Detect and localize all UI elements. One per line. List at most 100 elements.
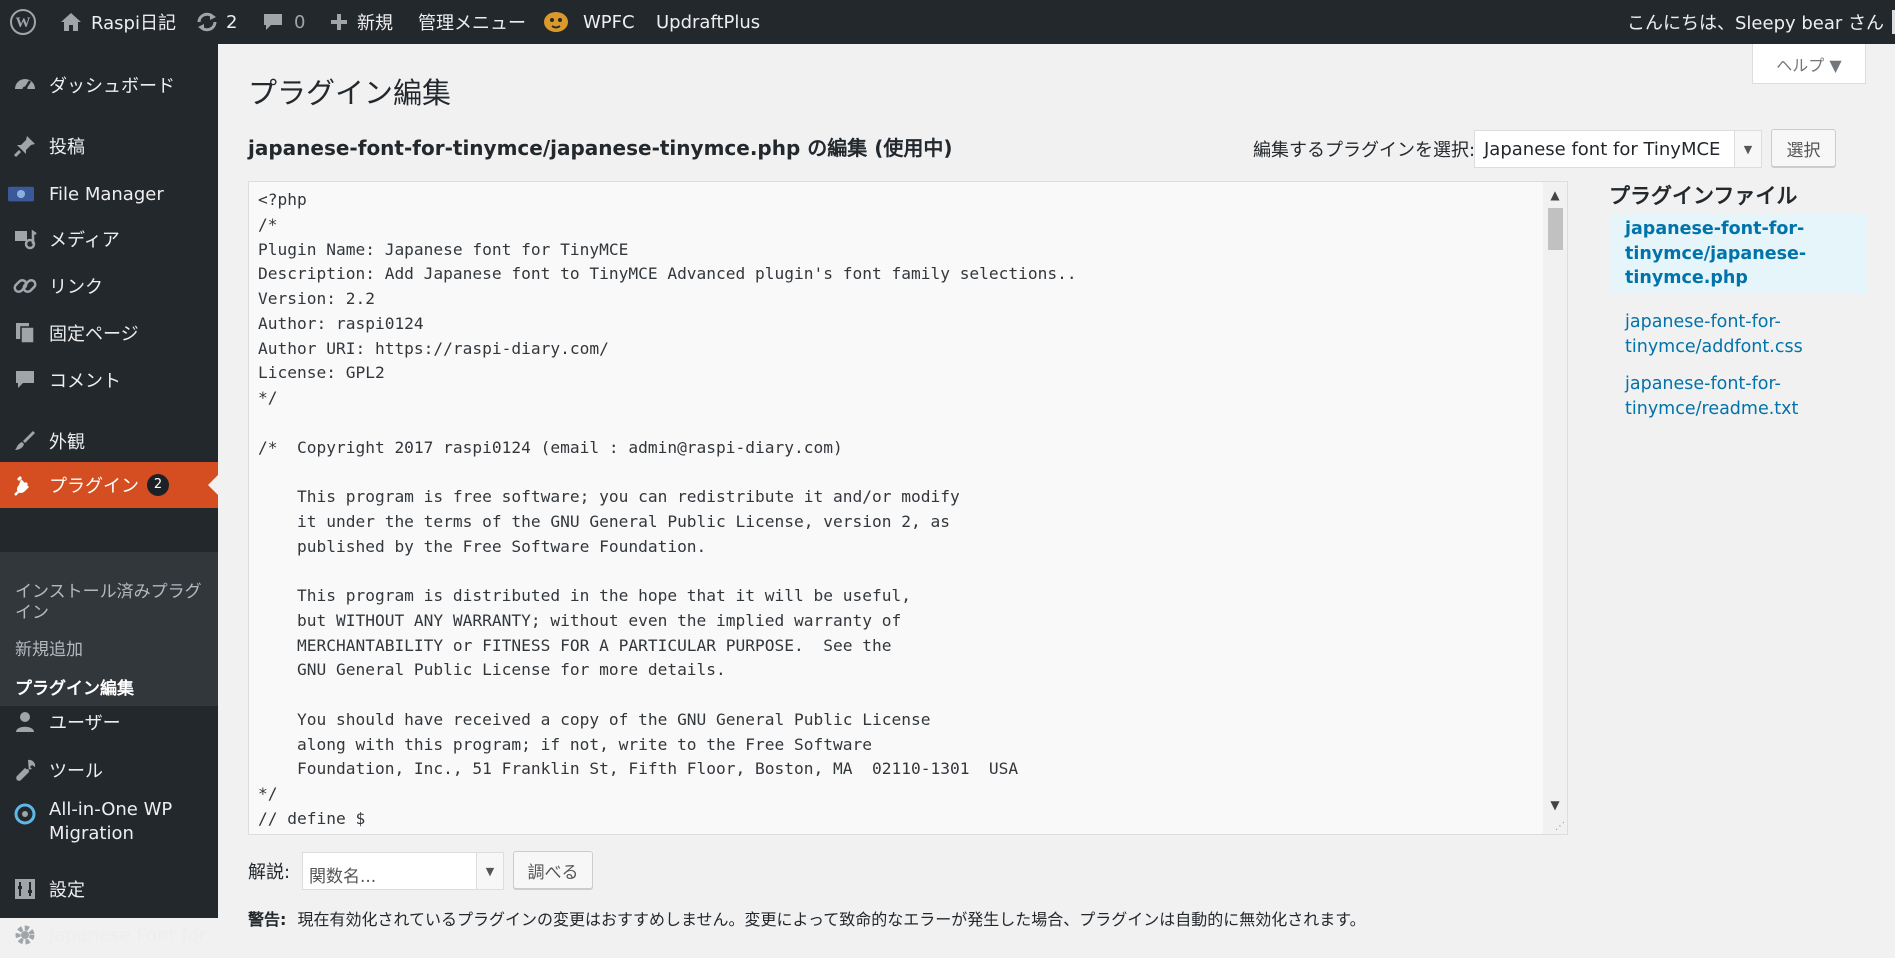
pages-icon [12,320,38,346]
menu-tools[interactable]: ツール [0,747,218,793]
scrollbar-thumb[interactable] [1548,208,1563,250]
plugin-files-heading: プラグインファイル [1609,184,1798,208]
editor-scrollbar[interactable]: ▲ ▼ [1543,182,1567,834]
menu-comments[interactable]: コメント [0,357,218,403]
tools-icon [12,757,38,783]
plus-icon [330,13,348,31]
plugin-update-badge: 2 [147,474,169,496]
migration-icon [12,801,38,827]
menu-label: All-in-One WP Migration [49,799,173,844]
function-name-select[interactable]: 関数名... ▼ [302,852,504,890]
comments-link[interactable]: 0 [262,0,305,44]
menu-label: 投稿 [49,137,85,158]
updates-link[interactable]: 2 [196,0,237,44]
menu-links[interactable]: リンク [0,263,218,309]
code-content[interactable]: <?php /* Plugin Name: Japanese font for … [258,188,1077,832]
comment-bubble-icon [262,12,284,32]
site-name-link[interactable]: Raspi日記 [60,0,176,44]
file-manager-icon [8,181,34,207]
chevron-down-icon: ▼ [1734,131,1761,167]
gear-icon [12,922,38,948]
code-editor[interactable]: <?php /* Plugin Name: Japanese font for … [248,181,1568,835]
menu-label: プラグイン [49,476,139,497]
documentation-label: 解説: [248,862,291,883]
plugin-file-link[interactable]: japanese-font-for-tinymce/readme.txt [1609,368,1867,425]
help-tab-button[interactable]: ヘルプ ▼ [1752,44,1866,84]
select-plugin-button[interactable]: 選択 [1771,129,1836,167]
settings-icon [12,876,38,902]
site-name: Raspi日記 [91,13,176,34]
scroll-up-icon[interactable]: ▲ [1543,184,1567,206]
page-title: プラグイン編集 [248,76,452,110]
plugin-select[interactable]: Japanese font for TinyMCE ▼ [1474,130,1762,168]
menu-japanese-font[interactable]: Japanese Font for [0,912,218,958]
plugin-file-link[interactable]: japanese-font-for-tinymce/addfont.css [1609,306,1867,363]
new-label: 新規 [357,13,393,34]
dashboard-icon [12,72,38,98]
media-icon [12,226,38,252]
comments-count: 0 [294,11,306,33]
plugin-select-value: Japanese font for TinyMCE [1484,139,1721,160]
wpfc-link[interactable]: WPFC [543,0,635,44]
lookup-button[interactable]: 調べる [513,851,593,889]
current-menu-arrow [208,475,218,495]
warning-prefix: 警告: [248,910,287,929]
menu-file-manager[interactable]: File Manager [0,171,218,217]
file-heading: japanese-font-for-tinymce/japanese-tinym… [248,136,953,160]
submenu-installed-plugins[interactable]: インストール済みプラグイン [15,582,205,624]
menu-label: 固定ページ [49,324,139,345]
menu-users[interactable]: ユーザー [0,699,218,745]
pushpin-icon [12,133,38,159]
my-account-link[interactable]: こんにちは、Sleepy bear さん [1627,0,1895,44]
menu-plugins[interactable]: プラグイン 2 [0,462,218,508]
menu-label: ダッシュボード [49,76,175,97]
plugins-submenu: インストール済みプラグイン 新規追加 プラグイン編集 [0,552,218,706]
chevron-down-icon: ▼ [476,853,503,889]
menu-media[interactable]: メディア [0,216,218,262]
help-tab-label: ヘルプ ▼ [1776,55,1842,75]
user-icon [12,709,38,735]
updates-count: 2 [226,11,238,33]
menu-dashboard[interactable]: ダッシュボード [0,62,218,108]
plugin-file-link-active[interactable]: japanese-font-for-tinymce/japanese-tinym… [1609,213,1867,293]
wordpress-logo-icon[interactable]: W [10,0,36,44]
menu-label: File Manager [49,183,164,205]
menu-label: 設定 [49,880,85,901]
admin-menu-link[interactable]: 管理メニュー [418,0,526,44]
comment-icon [12,367,38,393]
menu-label: メディア [49,230,120,251]
menu-label: ツール [49,761,103,782]
wpfc-label: WPFC [583,11,635,33]
plugins-icon [12,472,38,498]
menu-all-in-one-migration[interactable]: All-in-One WP Migration [0,794,218,850]
menu-label: コメント [49,371,121,392]
menu-label: ユーザー [49,713,121,734]
menu-label: 外観 [49,432,85,453]
resize-grip-icon[interactable]: ⋰ [1555,822,1565,832]
svg-text:W: W [16,15,31,31]
menu-posts[interactable]: 投稿 [0,123,218,169]
appearance-icon [12,428,38,454]
greeting: こんにちは、Sleepy bear さん [1627,13,1885,34]
submenu-add-new[interactable]: 新規追加 [15,640,83,661]
updates-icon [196,11,218,33]
plugin-select-label: 編集するプラグインを選択: [1253,140,1476,161]
updraftplus-link[interactable]: UpdraftPlus [656,0,760,44]
select-plugin-button-label: 選択 [1786,140,1821,161]
menu-settings[interactable]: 設定 [0,866,218,912]
scroll-down-icon[interactable]: ▼ [1543,794,1567,816]
updraftplus-label: UpdraftPlus [656,11,761,33]
menu-appearance[interactable]: 外観 [0,418,218,464]
function-name-placeholder: 関数名... [309,867,377,887]
admin-menu-label: 管理メニュー [418,13,526,34]
menu-label: Japanese Font for [49,924,207,946]
submenu-plugin-editor[interactable]: プラグイン編集 [15,679,134,700]
new-content-link[interactable]: 新規 [330,0,393,44]
admin-sidebar: ダッシュボード 投稿 File Manager メディア リンク 固定ページ コ… [0,44,218,946]
cheetah-icon [543,11,569,33]
lookup-button-label: 調べる [527,862,579,883]
admin-bar: W Raspi日記 2 0 新規 管理メニュー WPFC UpdraftPlus [0,0,1895,44]
menu-pages[interactable]: 固定ページ [0,310,218,356]
warning-notice: 警告: 現在有効化されているプラグインの変更はおすすめしません。変更によって致命… [248,906,1366,930]
warning-text: 現在有効化されているプラグインの変更はおすすめしません。変更によって致命的なエラ… [297,910,1366,929]
